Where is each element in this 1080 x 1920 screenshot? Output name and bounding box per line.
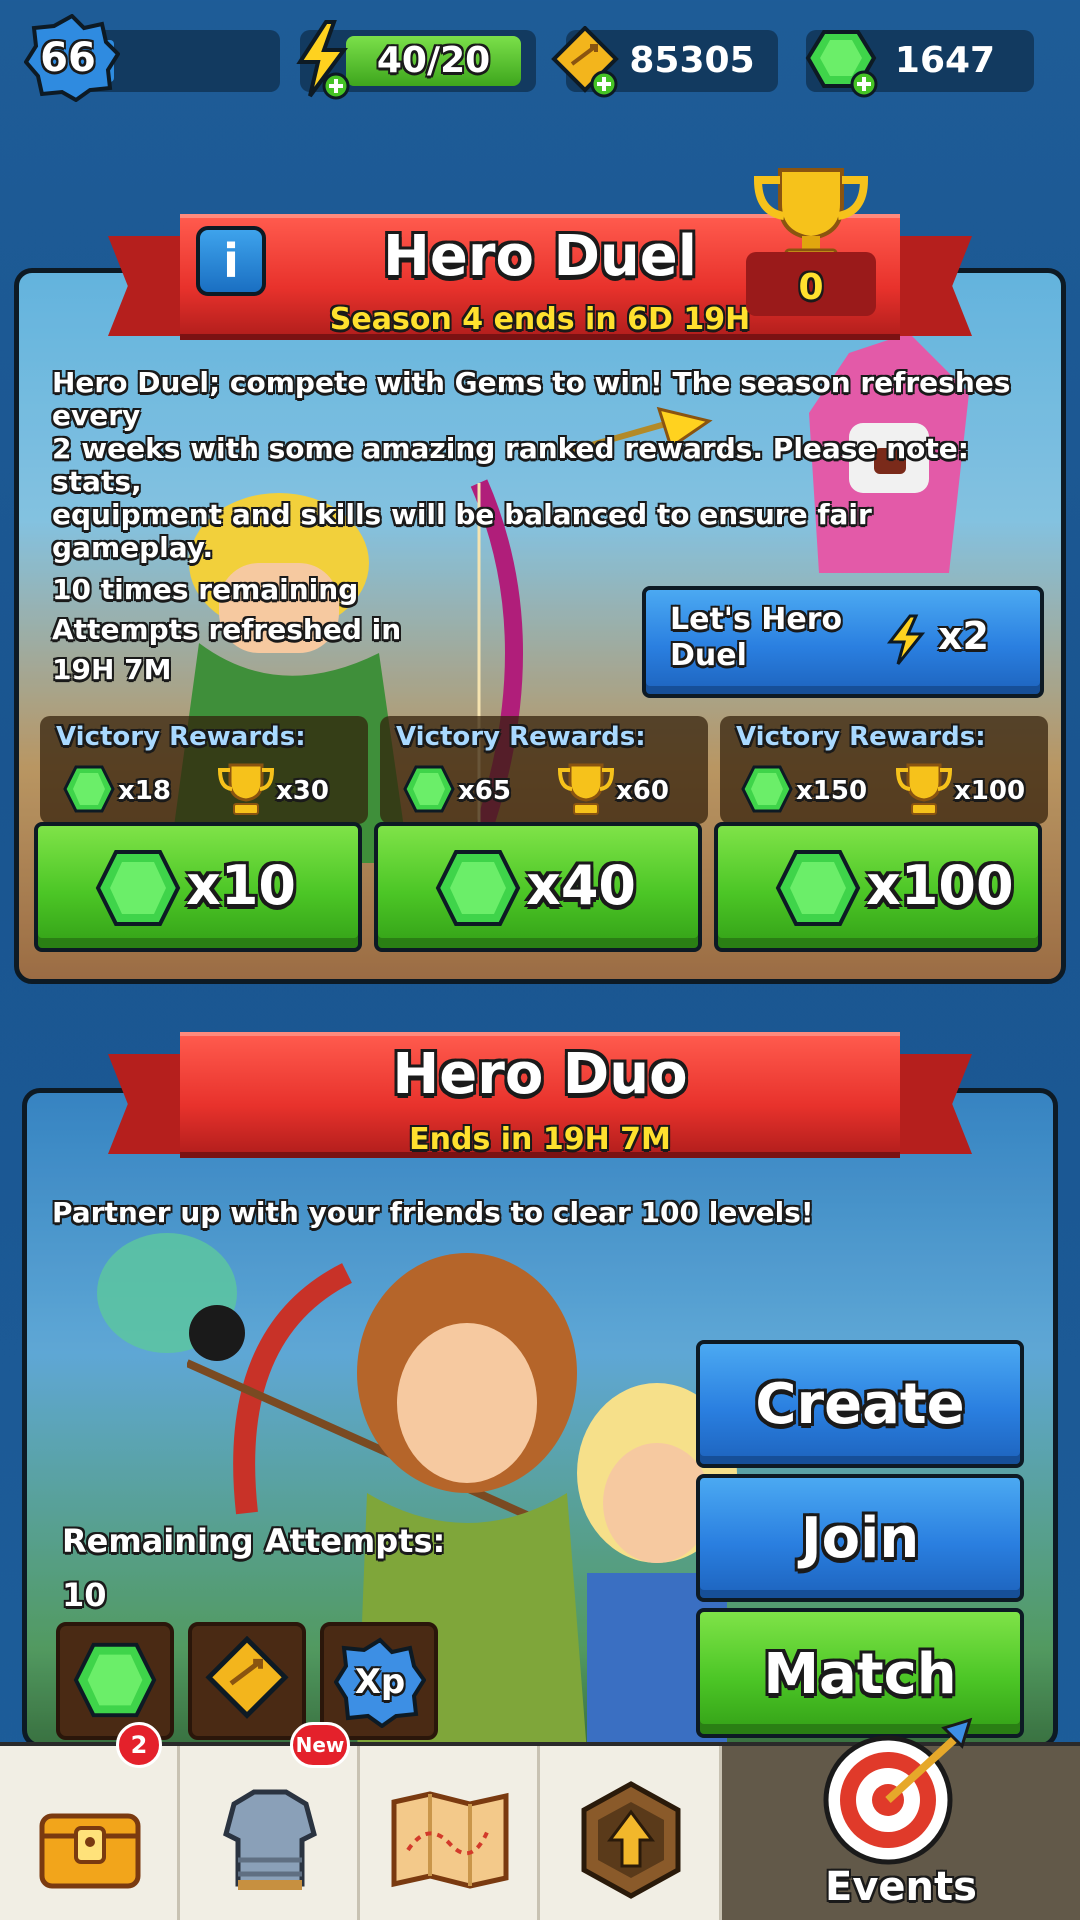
lightning-icon bbox=[886, 614, 926, 665]
lightning-plus-icon[interactable] bbox=[292, 20, 352, 100]
tier1-rewards-title: Victory Rewards: bbox=[56, 722, 306, 752]
tier1-gem-reward: x18 bbox=[118, 776, 171, 806]
xp-label: Xp bbox=[354, 1662, 406, 1702]
create-button[interactable]: Create bbox=[696, 1340, 1024, 1468]
gem-icon bbox=[435, 850, 521, 926]
tier3-entry-button[interactable]: x100 bbox=[714, 822, 1042, 952]
tier1-entry-button[interactable]: x10 bbox=[34, 822, 362, 952]
chest-notification-badge: 2 bbox=[116, 1722, 162, 1768]
join-button[interactable]: Join bbox=[696, 1474, 1024, 1602]
hero-duel-description: Hero Duel; compete with Gems to win! The… bbox=[52, 366, 1032, 564]
tab-chest[interactable] bbox=[0, 1746, 180, 1920]
upgrade-icon bbox=[581, 1781, 681, 1899]
tier2-trophy-reward: x60 bbox=[616, 776, 669, 806]
equipment-new-badge: New bbox=[290, 1722, 350, 1768]
hero-duel-remaining-info: 10 times remaining Attempts refreshed in… bbox=[52, 570, 412, 690]
refresh-timer-text: 19H 7M bbox=[52, 653, 172, 686]
lets-hero-duel-cost: x2 bbox=[938, 614, 989, 658]
join-button-label: Join bbox=[800, 1506, 920, 1571]
info-button[interactable]: i bbox=[196, 226, 266, 296]
hero-duel-description-line: 2 weeks with some amazing ranked rewards… bbox=[52, 432, 969, 498]
gem-icon bbox=[403, 765, 455, 813]
tier2-rewards-title: Victory Rewards: bbox=[396, 722, 646, 752]
tier3-entry-cost: x100 bbox=[866, 854, 1014, 917]
lets-hero-duel-button[interactable]: Let's Hero Duel x2 bbox=[642, 586, 1044, 698]
tier1-trophy-reward: x30 bbox=[276, 776, 329, 806]
lets-hero-duel-label-line1: Let's Hero bbox=[670, 602, 843, 637]
energy-value: 40/20 bbox=[376, 40, 491, 81]
lets-hero-duel-label: Let's Hero Duel bbox=[670, 602, 842, 674]
trophy-icon bbox=[557, 763, 615, 815]
info-icon: i bbox=[223, 234, 239, 288]
trophy-count: 0 bbox=[798, 267, 824, 308]
gem-icon bbox=[95, 850, 181, 926]
reward-slot-gems bbox=[56, 1622, 174, 1740]
reward-slot-xp: Xp bbox=[320, 1622, 438, 1740]
hero-duel-description-line: equipment and skills will be balanced to… bbox=[52, 498, 872, 564]
gem-plus-icon[interactable] bbox=[804, 26, 880, 98]
tier2-entry-cost: x40 bbox=[526, 854, 636, 917]
tab-events[interactable]: Events bbox=[722, 1717, 1080, 1920]
refresh-label-text: Attempts refreshed in bbox=[52, 613, 402, 646]
target-icon bbox=[823, 1717, 973, 1865]
armor-icon bbox=[223, 1789, 317, 1890]
remaining-attempts-label: Remaining Attempts: bbox=[62, 1522, 446, 1560]
trophy-icon bbox=[895, 763, 953, 815]
coin-icon bbox=[205, 1636, 289, 1719]
bottom-navigation: Events bbox=[0, 1717, 1080, 1920]
hero-duo-timer: Ends in 19H 7M bbox=[409, 1122, 671, 1157]
lets-hero-duel-label-line2: Duel bbox=[670, 638, 747, 673]
hero-duo-remaining-info: Remaining Attempts: 10 bbox=[62, 1514, 445, 1622]
trophy-icon bbox=[217, 763, 275, 815]
tier3-rewards-title: Victory Rewards: bbox=[736, 722, 986, 752]
gem-icon bbox=[741, 765, 793, 813]
create-button-label: Create bbox=[755, 1372, 965, 1437]
player-level: 66 bbox=[40, 35, 96, 81]
reward-slot-coins bbox=[188, 1622, 306, 1740]
tier1-entry-cost: x10 bbox=[186, 854, 296, 917]
gem-icon bbox=[63, 765, 115, 813]
hero-duel-title: Hero Duel bbox=[383, 224, 697, 289]
tier2-gem-reward: x65 bbox=[458, 776, 511, 806]
hero-duo-description: Partner up with your friends to clear 10… bbox=[52, 1196, 814, 1229]
coins-value: 85305 bbox=[629, 40, 755, 81]
events-label: Events bbox=[825, 1864, 977, 1910]
tier3-trophy-reward: x100 bbox=[954, 776, 1026, 806]
gem-icon bbox=[73, 1642, 157, 1718]
tier2-entry-button[interactable]: x40 bbox=[374, 822, 702, 952]
tier3-gem-reward: x150 bbox=[796, 776, 868, 806]
gem-icon bbox=[775, 850, 861, 926]
hero-duo-title: Hero Duo bbox=[392, 1042, 688, 1107]
match-button-label: Match bbox=[763, 1642, 957, 1707]
tab-equipment[interactable] bbox=[180, 1746, 360, 1920]
remaining-attempts-value: 10 bbox=[62, 1576, 107, 1614]
map-icon bbox=[391, 1791, 509, 1889]
chest-icon bbox=[39, 1813, 141, 1889]
hero-duel-description-line: Hero Duel; compete with Gems to win! The… bbox=[52, 366, 1011, 432]
tab-upgrade[interactable] bbox=[540, 1746, 722, 1920]
resource-bar: 66 40/20 85305 1647 bbox=[0, 0, 1080, 110]
coin-plus-icon[interactable] bbox=[550, 26, 620, 98]
tab-map[interactable] bbox=[360, 1746, 540, 1920]
remaining-times-text: 10 times remaining bbox=[52, 573, 359, 606]
gems-value: 1647 bbox=[894, 40, 996, 81]
